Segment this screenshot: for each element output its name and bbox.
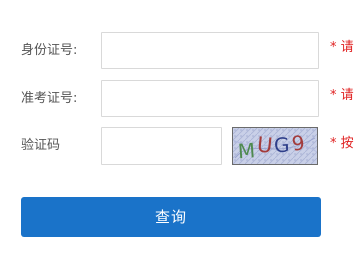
captcha-hint: * 按 [330,136,354,151]
captcha-picture: M U G 9 [233,128,317,164]
captcha-input[interactable] [101,127,222,165]
exam-number-input[interactable] [101,80,319,117]
svg-text:U: U [256,132,274,157]
exam-number-label: 准考证号: [21,91,78,106]
id-card-input[interactable] [101,32,319,69]
svg-text:M: M [237,138,256,163]
id-card-label: 身份证号: [21,43,78,58]
captcha-image[interactable]: M U G 9 [232,127,318,165]
id-card-hint: * 请 [330,40,354,55]
query-button[interactable]: 查询 [21,197,321,237]
captcha-label: 验证码 [21,138,61,153]
svg-text:G: G [273,133,290,158]
exam-number-hint: * 请 [330,88,354,103]
